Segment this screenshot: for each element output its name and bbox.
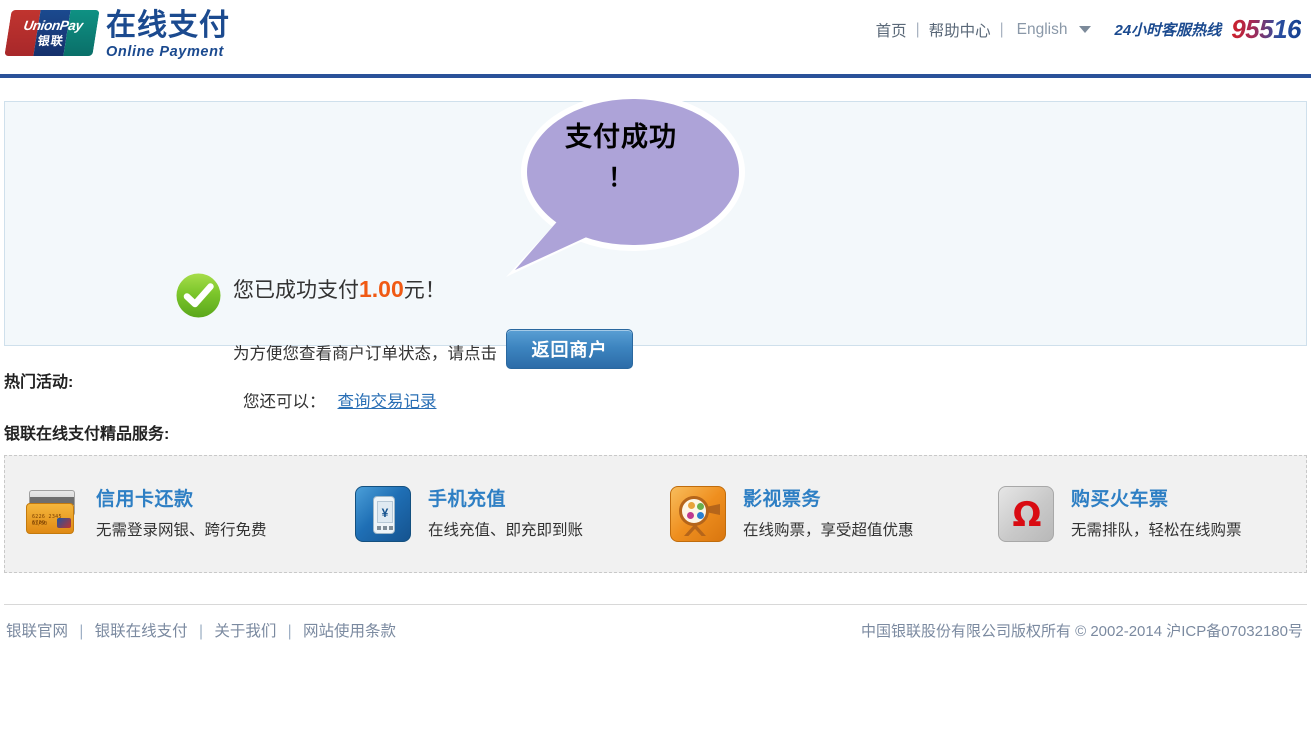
nav-home-link[interactable]: 首页 xyxy=(876,19,907,41)
mobile-phone-icon: ¥ xyxy=(355,486,411,542)
logo-title-cn: 在线支付 xyxy=(106,9,230,43)
service-desc: 在线充值、即充即到账 xyxy=(428,518,583,540)
paid-suffix-text: 元！ xyxy=(404,279,446,302)
service-item-train-tickets[interactable]: Ω 购买火车票 无需排队，轻松在线购票 xyxy=(998,486,1298,542)
payment-amount-message: 您已成功支付1.00元！ xyxy=(233,274,446,304)
nav-separator-1: | xyxy=(916,21,920,39)
payment-success-panel: 您已成功支付1.00元！ 为方便您查看商户订单状态，请点击 返回商户 您还可以：… xyxy=(4,101,1307,346)
header-bottom-bar xyxy=(0,74,1311,78)
hot-activities-title: 热门活动: xyxy=(4,368,73,392)
footer-separator xyxy=(4,604,1307,605)
footer-link-online-payment[interactable]: 银联在线支付 xyxy=(95,623,188,640)
site-header: UnionPay 银联 在线支付 Online Payment 首页 | 帮助中… xyxy=(0,0,1311,74)
hotline-number: 95516 xyxy=(1231,14,1301,45)
premium-services-list: 6226 2345 6789 03/50 信用卡还款 无需登录网银、跨行免费 ¥ xyxy=(4,455,1307,573)
chevron-down-icon[interactable] xyxy=(1079,26,1091,33)
callout-line-1: 支付成功 xyxy=(565,122,677,152)
service-desc: 无需排队，轻松在线购票 xyxy=(1071,518,1242,540)
service-desc: 无需登录网银、跨行免费 xyxy=(96,518,267,540)
also-label: 您还可以： xyxy=(243,393,326,411)
footer-separator-1: | xyxy=(79,623,83,640)
footer-copyright: 中国银联股份有限公司版权所有 © 2002-2014 沪ICP备07032180… xyxy=(861,620,1303,641)
unionpay-mark-en: UnionPay xyxy=(23,19,84,33)
page-root: UnionPay 银联 在线支付 Online Payment 首页 | 帮助中… xyxy=(0,0,1311,747)
unionpay-mark-icon: UnionPay 银联 xyxy=(4,10,99,56)
hotline-label: 24小时客服热线 xyxy=(1115,19,1222,40)
footer-link-official-site[interactable]: 银联官网 xyxy=(6,623,68,640)
language-selector[interactable]: English xyxy=(1017,21,1068,39)
service-item-credit-card-repayment[interactable]: 6226 2345 6789 03/50 信用卡还款 无需登录网银、跨行免费 xyxy=(23,486,353,542)
service-desc: 在线购票，享受超值优惠 xyxy=(743,518,914,540)
query-transaction-records-link[interactable]: 查询交易记录 xyxy=(338,393,437,411)
also-available-row: 您还可以： 查询交易记录 xyxy=(243,388,437,412)
return-to-merchant-button[interactable]: 返回商户 xyxy=(506,329,633,369)
footer-links: 银联官网 | 银联在线支付 | 关于我们 | 网站使用条款 xyxy=(6,619,396,641)
service-item-movie-tickets[interactable]: 影视票务 在线购票，享受超值优惠 xyxy=(670,486,990,542)
payment-success-callout: 支付成功 ！ xyxy=(471,92,771,282)
logo-text: 在线支付 Online Payment xyxy=(106,9,230,60)
service-name[interactable]: 购买火车票 xyxy=(1071,488,1242,512)
green-check-icon xyxy=(175,272,222,319)
top-navigation: 首页 | 帮助中心 | English 24小时客服热线 95516 xyxy=(876,14,1301,45)
unionpay-logo[interactable]: UnionPay 银联 在线支付 Online Payment xyxy=(8,10,230,60)
service-name[interactable]: 手机充值 xyxy=(428,488,583,512)
service-name[interactable]: 影视票务 xyxy=(743,488,914,512)
footer-link-terms[interactable]: 网站使用条款 xyxy=(303,623,396,640)
service-item-mobile-recharge[interactable]: ¥ 手机充值 在线充值、即充即到账 xyxy=(355,486,665,542)
footer-separator-2: | xyxy=(199,623,203,640)
paid-prefix-text: 您已成功支付 xyxy=(233,279,359,302)
service-name[interactable]: 信用卡还款 xyxy=(96,488,267,512)
train-ticket-icon: Ω xyxy=(998,486,1054,542)
callout-text: 支付成功 ！ xyxy=(526,117,716,198)
footer-separator-3: | xyxy=(288,623,292,640)
premium-services-title: 银联在线支付精品服务: xyxy=(4,420,169,444)
footer-link-about-us[interactable]: 关于我们 xyxy=(214,623,276,640)
unionpay-mark-cn: 银联 xyxy=(37,35,65,47)
logo-title-en: Online Payment xyxy=(106,44,230,60)
film-projector-icon xyxy=(670,486,726,542)
nav-help-center-link[interactable]: 帮助中心 xyxy=(929,19,991,41)
paid-amount-value: 1.00 xyxy=(359,276,404,302)
nav-separator-2: | xyxy=(1000,21,1004,39)
merchant-return-hint: 为方便您查看商户订单状态，请点击 xyxy=(233,340,497,364)
callout-line-2: ！ xyxy=(526,159,716,198)
credit-card-icon: 6226 2345 6789 03/50 xyxy=(23,486,79,542)
